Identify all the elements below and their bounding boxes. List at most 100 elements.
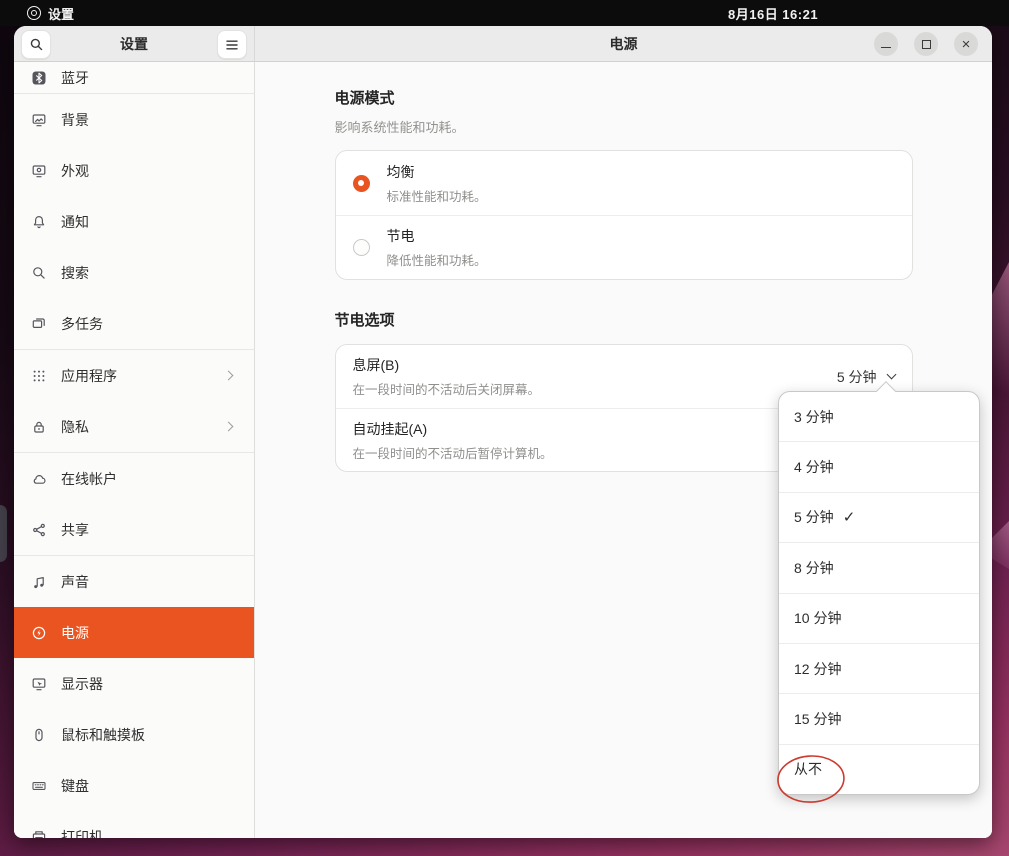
sidebar-item-label: 显示器 [61,674,103,694]
dropdown-option-label: 3 分钟 [794,407,834,427]
sidebar-item-notifications[interactable]: 通知 [14,196,254,247]
option-row-balanced[interactable]: 均衡 标准性能和功耗。 [336,151,912,215]
option-row-power-saver[interactable]: 节电 降低性能和功耗。 [336,215,912,279]
dock-reveal-handle[interactable] [0,505,7,562]
row-label: 息屏(B) [353,355,541,375]
bluetooth-icon [31,70,47,86]
dropdown-option-4min[interactable]: 4 分钟 [779,441,979,491]
sidebar-item-label: 声音 [61,572,89,592]
sidebar-item-label: 在线帐户 [61,469,117,489]
keyboard-icon [31,778,47,794]
sidebar-item-keyboard[interactable]: 键盘 [14,760,254,811]
sidebar-item-label: 通知 [61,212,89,232]
settings-gear-icon [27,6,41,20]
row-label: 自动挂起(A) [353,419,553,439]
screen-blank-dropdown-menu: 3 分钟 4 分钟 5 分钟 8 分钟 10 分钟 12 分钟 15 分钟 从不 [778,391,980,795]
sidebar-item-applications[interactable]: 应用程序 [14,350,254,401]
dropdown-option-label: 4 分钟 [794,457,834,477]
primary-menu-button[interactable] [217,30,247,59]
sidebar-item-label: 应用程序 [61,366,117,386]
sidebar-item-search[interactable]: 搜索 [14,247,254,298]
sidebar-header: 设置 [14,26,255,61]
sidebar-item-label: 蓝牙 [61,68,89,88]
printer-icon [31,829,47,839]
section-subtitle-power-mode: 影响系统性能和功耗。 [335,117,913,136]
sidebar-item-printers[interactable]: 打印机 [14,811,254,838]
dropdown-option-never[interactable]: 从不 [779,744,979,794]
dropdown-option-label: 从不 [794,759,822,779]
multitasking-icon [31,316,47,332]
sidebar-item-multitasking[interactable]: 多任务 [14,298,254,349]
sidebar-item-label: 电源 [61,623,89,643]
sidebar: 蓝牙 背景 外观 [14,62,255,838]
sidebar-item-background[interactable]: 背景 [14,94,254,145]
power-mode-card: 均衡 标准性能和功耗。 节电 降低性能和功耗。 [335,150,913,280]
row-description: 在一段时间的不活动后暂停计算机。 [353,443,553,462]
sidebar-item-sharing[interactable]: 共享 [14,504,254,555]
dropdown-option-label: 8 分钟 [794,558,834,578]
radio-balanced[interactable] [353,175,370,192]
minimize-button[interactable] [874,32,898,56]
dropdown-option-10min[interactable]: 10 分钟 [779,593,979,643]
dropdown-option-label: 15 分钟 [794,709,841,729]
chevron-right-icon [224,422,234,432]
section-title-power-saving: 节电选项 [335,309,913,330]
close-button[interactable]: × [954,32,978,56]
maximize-button[interactable] [914,32,938,56]
row-description: 在一段时间的不活动后关闭屏幕。 [353,379,541,398]
content-header: 电源 × [255,26,992,61]
option-label: 均衡 [387,162,487,182]
titlebar: 设置 电源 × [14,26,992,62]
dropdown-option-15min[interactable]: 15 分钟 [779,693,979,743]
active-app-name: 设置 [48,4,74,23]
option-description: 降低性能和功耗。 [387,250,487,269]
chevron-down-icon [886,370,896,380]
share-icon [31,522,47,538]
sidebar-item-label: 外观 [61,161,89,181]
sidebar-item-label: 打印机 [61,827,103,839]
sidebar-item-label: 鼠标和触摸板 [61,725,145,745]
sidebar-item-bluetooth[interactable]: 蓝牙 [14,62,254,93]
sidebar-item-mouse-touchpad[interactable]: 鼠标和触摸板 [14,709,254,760]
dropdown-option-3min[interactable]: 3 分钟 [779,392,979,441]
background-icon [31,112,47,128]
sidebar-title: 设置 [120,34,148,54]
appearance-icon [31,163,47,179]
sidebar-item-sound[interactable]: 声音 [14,556,254,607]
sidebar-item-privacy[interactable]: 隐私 [14,401,254,452]
privacy-lock-icon [31,419,47,435]
dropdown-option-12min[interactable]: 12 分钟 [779,643,979,693]
music-note-icon [31,574,47,590]
dropdown-option-8min[interactable]: 8 分钟 [779,542,979,592]
section-title-power-mode: 电源模式 [335,87,913,108]
display-icon [31,676,47,692]
dropdown-option-5min[interactable]: 5 分钟 [779,492,979,542]
cloud-icon [31,471,47,487]
sidebar-item-online-accounts[interactable]: 在线帐户 [14,453,254,504]
maximize-icon [922,40,931,49]
mouse-icon [31,727,47,743]
window-controls: × [874,32,978,56]
sidebar-item-power[interactable]: 电源 [14,607,254,658]
top-bar: 设置 8月16日 16:21 [0,0,1009,26]
radio-power-saver[interactable] [353,239,370,256]
clock[interactable]: 8月16日 16:21 [728,0,818,26]
chevron-right-icon [224,371,234,381]
sidebar-item-displays[interactable]: 显示器 [14,658,254,709]
power-icon [31,625,47,641]
check-icon [843,508,856,526]
desktop: 设置 8月16日 16:21 设置 电源 [0,0,1009,856]
search-button[interactable] [21,30,51,59]
screen-blank-value: 5 分钟 [837,367,877,387]
dropdown-option-label: 10 分钟 [794,608,841,628]
option-description: 标准性能和功耗。 [387,186,487,205]
dropdown-option-label: 5 分钟 [794,507,834,527]
sidebar-item-label: 共享 [61,520,89,540]
active-app-menu[interactable]: 设置 [27,4,74,23]
search-icon [31,265,47,281]
sidebar-item-label: 搜索 [61,263,89,283]
search-icon [29,37,44,52]
applications-icon [31,368,47,384]
notifications-icon [31,214,47,230]
sidebar-item-appearance[interactable]: 外观 [14,145,254,196]
